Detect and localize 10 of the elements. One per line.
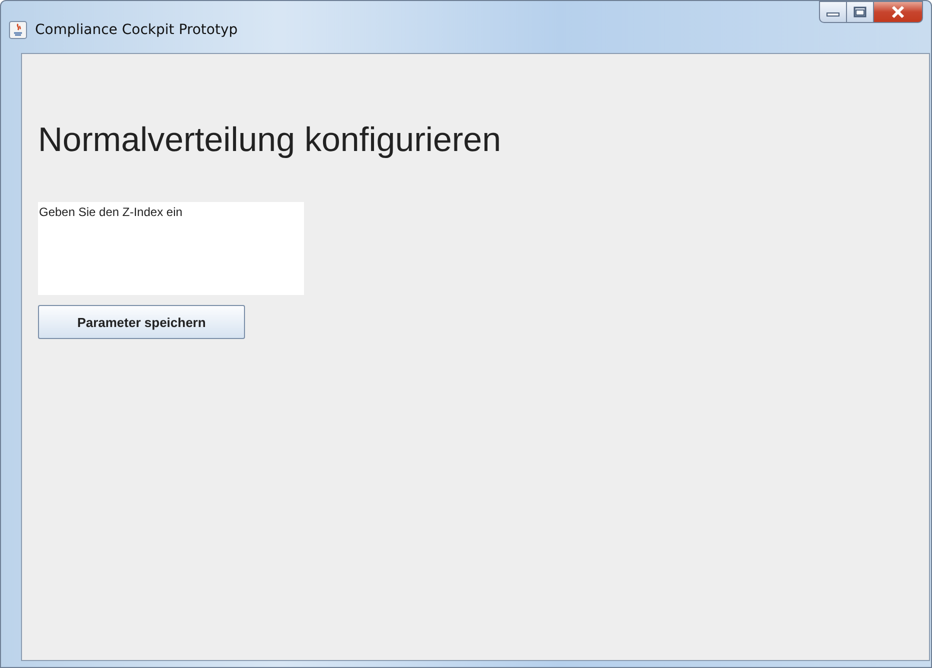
- maximize-button[interactable]: [846, 1, 874, 23]
- page-heading: Normalverteilung konfigurieren: [38, 120, 502, 160]
- maximize-icon: [853, 6, 867, 18]
- close-icon: [890, 5, 906, 19]
- close-button[interactable]: [873, 1, 923, 23]
- save-button[interactable]: Parameter speichern: [38, 305, 245, 339]
- minimize-button[interactable]: [819, 1, 847, 23]
- text-area[interactable]: Geben Sie den Z-Index ein: [38, 202, 304, 295]
- window-title: Compliance Cockpit Prototyp: [35, 22, 238, 38]
- app-icon: [9, 21, 27, 39]
